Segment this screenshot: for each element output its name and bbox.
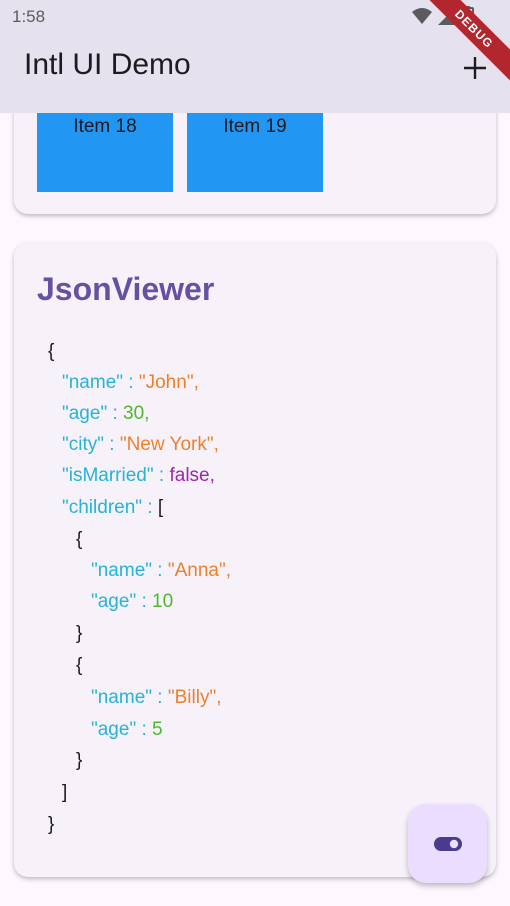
grid-item[interactable]: Item 19 [187, 113, 323, 192]
json-line[interactable]: "name" : "Billy", [91, 686, 221, 710]
json-line[interactable]: "age" : 10 [91, 590, 173, 614]
json-line[interactable]: "children" : [ [62, 496, 163, 520]
json-line[interactable]: "isMarried" : false, [62, 464, 215, 488]
grid-item[interactable]: Item 18 [37, 113, 173, 192]
json-line[interactable]: { [76, 654, 82, 678]
app-bar: 1:58 Intl UI Demo [0, 0, 510, 113]
json-line[interactable]: "city" : "New York", [62, 433, 219, 457]
toggle-icon [433, 836, 462, 851]
page-title: Intl UI Demo [24, 48, 191, 81]
plus-icon [464, 57, 486, 79]
wifi-icon [412, 8, 432, 24]
json-line[interactable]: "age" : 5 [91, 718, 163, 742]
json-line: } [76, 623, 83, 644]
status-time: 1:58 [12, 7, 46, 26]
json-viewer-card: JsonViewer { "name" : "John", "age" : 30… [14, 243, 496, 877]
json-line: ] [62, 782, 68, 803]
json-line: { [48, 341, 55, 362]
json-line[interactable]: "name" : "John", [62, 371, 199, 395]
json-line: } [76, 750, 83, 771]
json-viewer-title: JsonViewer [37, 271, 215, 307]
json-line: } [48, 814, 55, 835]
json-line[interactable]: { [76, 528, 82, 552]
json-line[interactable]: "age" : 30, [62, 402, 149, 426]
toggle-fab-button[interactable] [408, 804, 487, 883]
json-line[interactable]: "name" : "Anna", [91, 559, 231, 583]
